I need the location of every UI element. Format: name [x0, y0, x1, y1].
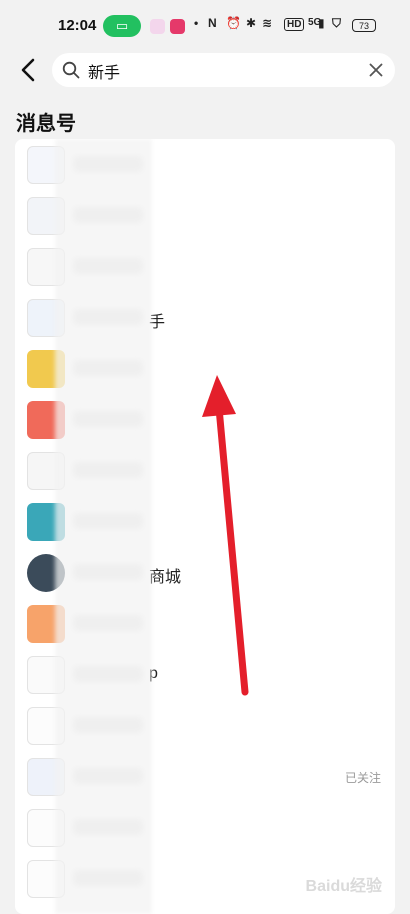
shield-icon: ⛉ [332, 16, 342, 30]
account-name: 商城 [149, 569, 182, 586]
screen-cast-icon: ▭ [103, 15, 141, 37]
status-bar: 12:04 ▭ • N ⏰ ✱ ≋ HD 5G ▮ ⛉ 73 [0, 0, 410, 52]
status-time: 12:04 [58, 17, 97, 34]
signal-bars-icon: ▮ [318, 16, 325, 30]
bluetooth-icon: ✱ [246, 16, 257, 30]
search-input[interactable] [86, 57, 350, 85]
hd-icon: HD [284, 18, 305, 31]
back-button[interactable] [16, 57, 42, 83]
video-app-icon [170, 19, 185, 34]
account-list: 手 商城 p 已关注 [15, 139, 395, 914]
section-title: 消息号 [16, 113, 76, 135]
wifi-icon: ≋ [262, 16, 273, 30]
search-icon [62, 61, 80, 79]
followed-label: 已关注 [344, 771, 381, 785]
clear-icon[interactable] [369, 63, 383, 77]
back-arrow-icon [21, 58, 35, 82]
battery-icon: 73 [352, 19, 376, 32]
blur-mask [55, 139, 152, 914]
dot-icon: • [194, 16, 199, 30]
watermark-logo: Baidu经验 [305, 878, 382, 895]
alarm-icon: ⏰ [226, 16, 241, 30]
nfc-icon: N [208, 16, 217, 30]
app-notification-icon [150, 19, 165, 34]
search-bar [52, 53, 395, 87]
